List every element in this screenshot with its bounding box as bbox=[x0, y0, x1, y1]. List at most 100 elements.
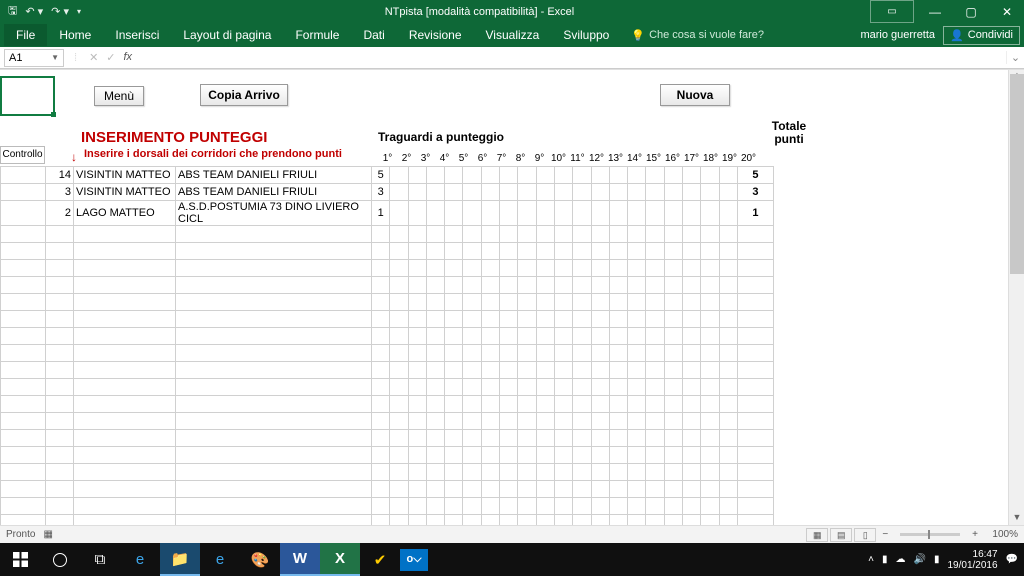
cell[interactable] bbox=[176, 413, 372, 430]
cell[interactable]: ABS TEAM DANIELI FRIULI bbox=[176, 167, 372, 184]
selected-cell-a1[interactable] bbox=[0, 76, 55, 116]
cell[interactable] bbox=[500, 396, 518, 413]
cell[interactable] bbox=[518, 481, 536, 498]
cell[interactable] bbox=[591, 447, 609, 464]
cell[interactable] bbox=[701, 201, 719, 226]
cell[interactable] bbox=[463, 167, 481, 184]
cell[interactable] bbox=[701, 226, 719, 243]
cell[interactable] bbox=[518, 413, 536, 430]
cell[interactable] bbox=[683, 167, 701, 184]
cell[interactable] bbox=[573, 243, 591, 260]
user-name[interactable]: mario guerretta bbox=[860, 29, 935, 41]
cell[interactable] bbox=[719, 379, 737, 396]
cell[interactable] bbox=[408, 260, 426, 277]
cell[interactable] bbox=[518, 201, 536, 226]
cell[interactable] bbox=[46, 498, 74, 515]
cell[interactable] bbox=[591, 243, 609, 260]
cell[interactable] bbox=[737, 345, 773, 362]
cell[interactable] bbox=[573, 413, 591, 430]
cell[interactable] bbox=[628, 184, 646, 201]
cell[interactable] bbox=[46, 464, 74, 481]
cell[interactable] bbox=[536, 464, 554, 481]
cell[interactable]: 1 bbox=[737, 201, 773, 226]
cell[interactable] bbox=[372, 396, 390, 413]
cell[interactable] bbox=[573, 498, 591, 515]
cell[interactable] bbox=[463, 481, 481, 498]
cell[interactable] bbox=[591, 345, 609, 362]
cell[interactable] bbox=[719, 447, 737, 464]
cell[interactable] bbox=[445, 201, 463, 226]
cell[interactable] bbox=[176, 498, 372, 515]
cell[interactable] bbox=[536, 447, 554, 464]
cell[interactable] bbox=[591, 260, 609, 277]
cell[interactable] bbox=[591, 311, 609, 328]
cell[interactable] bbox=[683, 311, 701, 328]
cell[interactable] bbox=[664, 277, 682, 294]
cell[interactable] bbox=[500, 260, 518, 277]
cell[interactable] bbox=[664, 226, 682, 243]
cell[interactable] bbox=[463, 311, 481, 328]
cell[interactable] bbox=[628, 226, 646, 243]
table-row[interactable] bbox=[1, 362, 774, 379]
cell[interactable] bbox=[646, 379, 664, 396]
cell[interactable] bbox=[408, 226, 426, 243]
cell[interactable] bbox=[500, 413, 518, 430]
cell[interactable] bbox=[390, 277, 408, 294]
cell[interactable] bbox=[518, 243, 536, 260]
task-view-icon[interactable]: ⧉ bbox=[80, 543, 120, 576]
cell[interactable] bbox=[701, 379, 719, 396]
cell[interactable] bbox=[646, 277, 664, 294]
cell[interactable] bbox=[408, 447, 426, 464]
cell[interactable] bbox=[390, 413, 408, 430]
cell[interactable] bbox=[573, 277, 591, 294]
cell[interactable] bbox=[701, 243, 719, 260]
table-row[interactable] bbox=[1, 294, 774, 311]
cell[interactable] bbox=[683, 243, 701, 260]
cell[interactable] bbox=[573, 464, 591, 481]
cell[interactable] bbox=[408, 413, 426, 430]
cell[interactable] bbox=[176, 379, 372, 396]
cell[interactable] bbox=[737, 328, 773, 345]
cell[interactable] bbox=[737, 396, 773, 413]
cell[interactable] bbox=[372, 243, 390, 260]
cell[interactable] bbox=[463, 362, 481, 379]
cell[interactable] bbox=[390, 498, 408, 515]
cell[interactable] bbox=[536, 167, 554, 184]
cell[interactable] bbox=[664, 260, 682, 277]
cell[interactable] bbox=[646, 464, 664, 481]
name-box[interactable]: A1 ▼ bbox=[4, 49, 64, 67]
cell[interactable] bbox=[500, 277, 518, 294]
cell[interactable] bbox=[536, 243, 554, 260]
cell[interactable] bbox=[609, 430, 627, 447]
cell[interactable] bbox=[445, 396, 463, 413]
cell[interactable] bbox=[176, 260, 372, 277]
cell[interactable] bbox=[628, 379, 646, 396]
cell[interactable] bbox=[408, 464, 426, 481]
cell[interactable] bbox=[176, 362, 372, 379]
cell[interactable] bbox=[628, 201, 646, 226]
cell[interactable] bbox=[372, 464, 390, 481]
cell[interactable] bbox=[500, 167, 518, 184]
cell[interactable] bbox=[609, 201, 627, 226]
cell[interactable] bbox=[481, 396, 499, 413]
cell[interactable] bbox=[646, 362, 664, 379]
cell[interactable] bbox=[372, 345, 390, 362]
cell[interactable]: 1 bbox=[372, 201, 390, 226]
word-icon[interactable]: W bbox=[280, 543, 320, 576]
cell[interactable] bbox=[426, 379, 444, 396]
cell[interactable] bbox=[1, 345, 46, 362]
cell[interactable] bbox=[463, 277, 481, 294]
cell[interactable] bbox=[701, 430, 719, 447]
cell[interactable] bbox=[573, 396, 591, 413]
cell[interactable]: 3 bbox=[737, 184, 773, 201]
cell[interactable] bbox=[46, 396, 74, 413]
cell[interactable] bbox=[500, 362, 518, 379]
cell[interactable] bbox=[719, 464, 737, 481]
cell[interactable]: 14 bbox=[46, 167, 74, 184]
cell[interactable] bbox=[463, 226, 481, 243]
tab-dati[interactable]: Dati bbox=[351, 24, 396, 46]
cell[interactable] bbox=[46, 226, 74, 243]
chevron-down-icon[interactable]: ▼ bbox=[51, 53, 59, 62]
cell[interactable] bbox=[445, 277, 463, 294]
table-row[interactable] bbox=[1, 243, 774, 260]
